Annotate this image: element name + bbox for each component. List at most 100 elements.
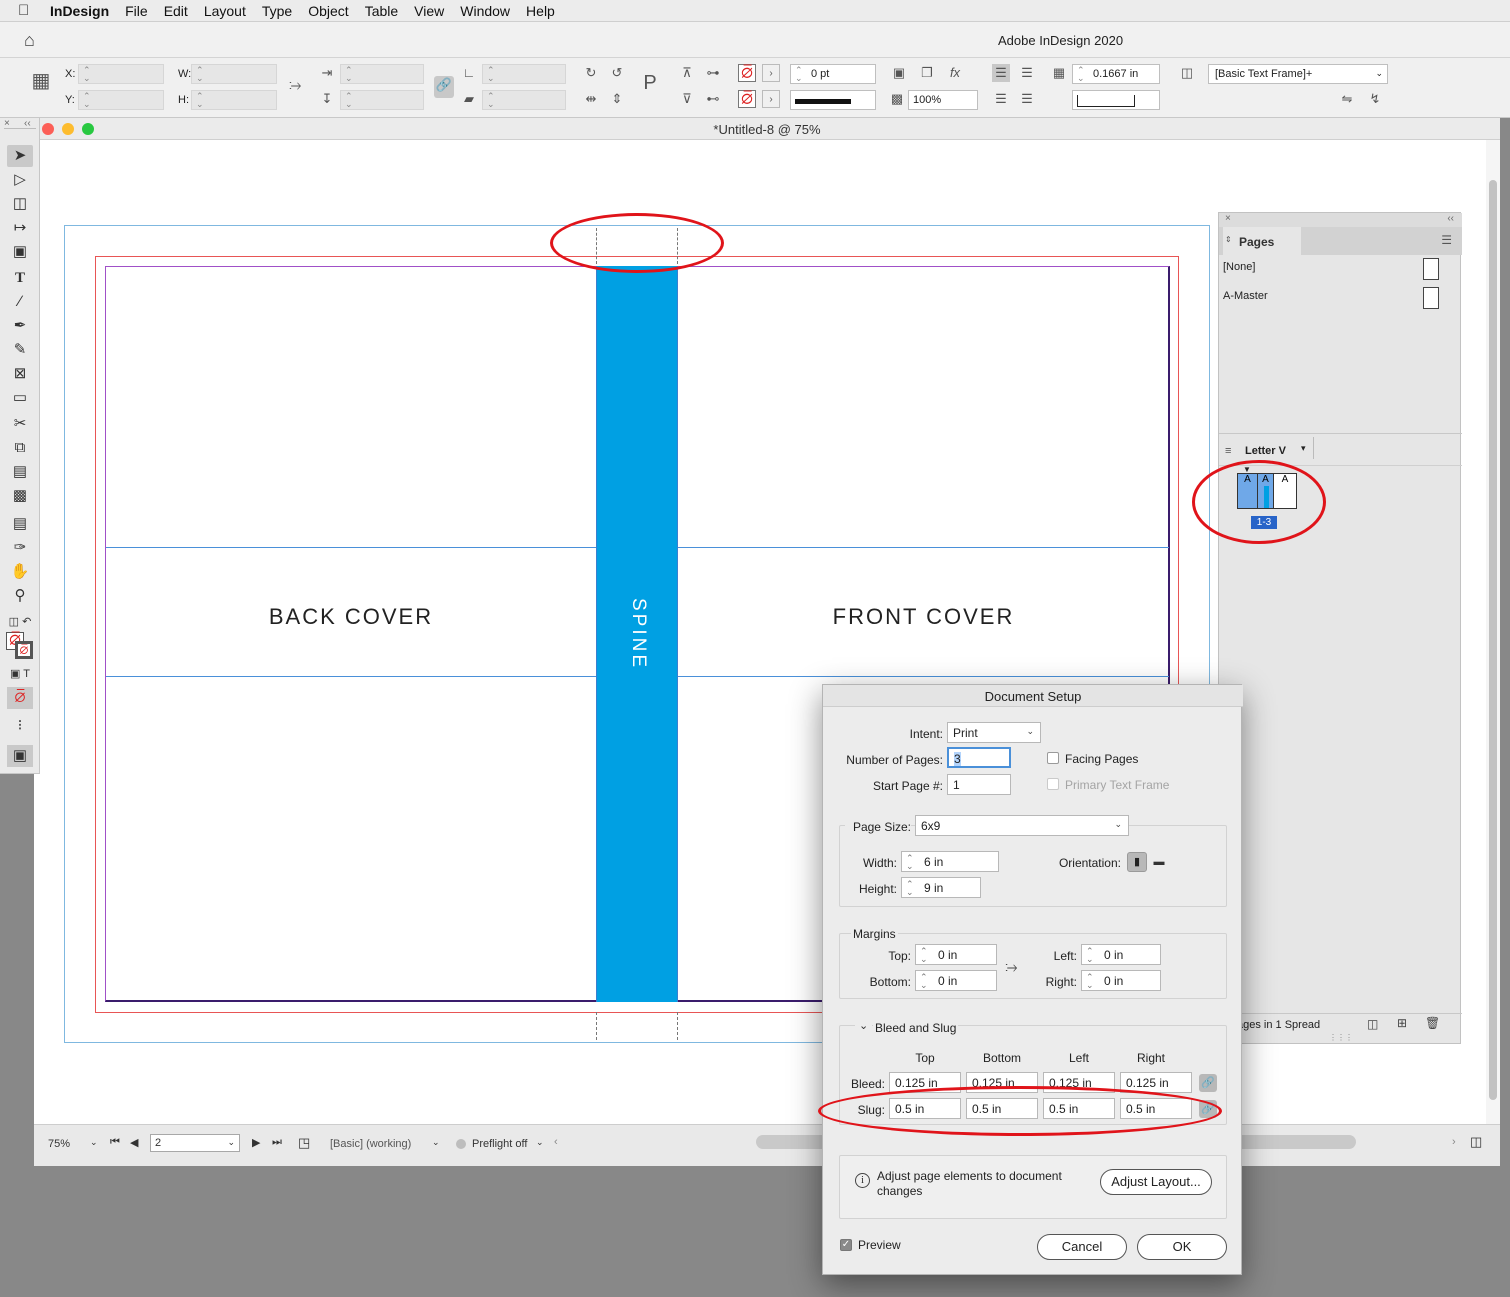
drop-shadow-icon[interactable]: ❐ [918,64,936,82]
paragraph-icon[interactable]: P [638,73,662,98]
constrain-proportions-icon[interactable]: ⧴ [286,76,304,94]
master-none-thumbnail[interactable] [1423,258,1439,280]
stroke-type-select[interactable] [790,90,876,110]
note-tool-icon[interactable]: ▤ [7,513,33,535]
apple-icon[interactable]:  [18,2,42,19]
gradient-feather-tool-icon[interactable]: ▩ [7,485,33,507]
x-field[interactable]: ⌃ ⌄ [78,64,164,84]
preview-label[interactable]: Preview [858,1238,901,1252]
panel-menu-icon[interactable]: ☰ [1441,233,1452,247]
adjust-layout-button[interactable]: Adjust Layout... [1100,1169,1212,1195]
menu-edit[interactable]: Edit [156,3,196,19]
rectangle-frame-tool-icon[interactable]: ⊠ [7,363,33,385]
select-next-icon[interactable]: ⊷ [704,90,722,108]
auto-fit-icon[interactable]: ▦ [1050,64,1068,82]
align-bottom-icon[interactable]: ☰ [992,90,1010,108]
last-page-icon[interactable]: ⏭ [272,1136,282,1149]
rectangle-tool-icon[interactable]: ▭ [7,387,33,409]
menu-help[interactable]: Help [518,3,563,19]
scissors-tool-icon[interactable]: ✂ [7,413,33,435]
screen-mode-icon[interactable]: ⁝ [7,715,33,737]
ok-button[interactable]: OK [1137,1234,1227,1260]
hand-tool-icon[interactable]: ✋ [7,561,33,583]
link-bleed-icon[interactable]: 🔗 [1199,1074,1217,1092]
primary-text-frame-checkbox[interactable] [1047,778,1059,790]
new-page-icon[interactable]: ⊞ [1397,1016,1407,1030]
reference-point-icon[interactable]: ▦ [28,71,54,100]
formatting-affects-container-icon[interactable]: ▣ T [7,663,33,685]
pencil-tool-icon[interactable]: ✎ [7,339,33,361]
page-number-field[interactable]: 2 ⌄ [150,1134,240,1152]
start-page-field[interactable]: 1 [947,774,1011,795]
column-width-field[interactable] [1072,90,1160,110]
chevron-down-icon[interactable]: ⌄ [432,1137,440,1148]
first-page-icon[interactable]: ⏮ [110,1136,120,1149]
width-field[interactable]: ⌃ ⌄ 6 in [901,851,999,872]
scroll-left-icon[interactable]: ‹ [554,1136,558,1148]
shear-field[interactable]: ⌃ ⌄ [482,90,566,110]
selection-tool-icon[interactable]: ➤ [7,145,33,167]
zoom-dropdown-icon[interactable]: ⌄ [90,1137,98,1148]
quick-apply-icon[interactable]: ↯ [1366,90,1384,108]
chevron-down-icon[interactable]: ▾ [1301,443,1306,454]
home-icon[interactable]: ⌂ [24,30,35,51]
page-tool-icon[interactable]: ◫ [7,193,33,215]
frame-fitting-field[interactable]: ⌃ ⌄ 0.1667 in [1072,64,1160,84]
portrait-orientation-icon[interactable]: ▮ [1127,852,1147,872]
menu-view[interactable]: View [406,3,452,19]
menu-object[interactable]: Object [300,3,356,19]
resize-grip-icon[interactable]: ⋮⋮⋮ [1329,1033,1353,1042]
zoom-tool-icon[interactable]: ⚲ [7,585,33,607]
opacity-field[interactable]: 100% [908,90,978,110]
fill-none-swatch[interactable]: ⦱ [738,64,756,82]
primary-text-frame-label[interactable]: Primary Text Frame [1065,778,1169,792]
align-justify-icon[interactable]: ☰ [1018,90,1036,108]
page-size-label[interactable]: Letter V [1245,445,1286,457]
facing-pages-checkbox[interactable] [1047,752,1059,764]
chevron-down-icon[interactable]: ⌄ [536,1137,544,1148]
select-container-icon[interactable]: ⊼ [678,64,696,82]
text-frame-options-icon[interactable]: ▣ [890,64,908,82]
pen-tool-icon[interactable]: ✒ [7,315,33,337]
open-page-icon[interactable]: ◳ [298,1135,310,1151]
rotate-cw-icon[interactable]: ↻ [582,64,600,82]
scale-x-field[interactable]: ⌃ ⌄ [340,64,424,84]
scroll-thumb[interactable] [1489,180,1497,1100]
preview-checkbox[interactable]: ✓ [840,1239,852,1251]
menu-table[interactable]: Table [357,3,406,19]
w-field[interactable]: ⌃ ⌄ [191,64,277,84]
free-transform-tool-icon[interactable]: ⧉ [7,437,33,459]
normal-view-icon[interactable]: ▣ [7,745,33,767]
menu-layout[interactable]: Layout [196,3,254,19]
preflight-status[interactable]: Preflight off [472,1138,527,1150]
fill-swatch-arrow[interactable]: › [762,64,780,82]
stroke-weight-field[interactable]: ⌃ ⌄ 0 pt [790,64,876,84]
collapse-panel-icon[interactable]: ‹‹ [1447,213,1454,224]
rotate-field[interactable]: ⌃ ⌄ [482,64,566,84]
bleed-slug-title[interactable]: Bleed and Slug [873,1021,959,1035]
object-style-select[interactable]: [Basic Text Frame]+ ⌄ [1208,64,1388,84]
size-menu-icon[interactable]: ≡ [1225,445,1231,457]
split-view-icon[interactable]: ◫ [1470,1134,1482,1150]
cancel-button[interactable]: Cancel [1037,1234,1127,1260]
flip-horizontal-icon[interactable]: ⇹ [582,90,600,108]
back-cover-label[interactable]: BACK COVER [106,604,596,630]
menu-file[interactable]: File [117,3,156,19]
master-a[interactable]: A-Master [1223,290,1268,302]
scale-y-field[interactable]: ⌃ ⌄ [340,90,424,110]
type-tool-icon[interactable]: T [7,267,33,289]
edit-page-size-icon[interactable]: ◫ [1367,1017,1378,1031]
clear-overrides-icon[interactable]: ⇋ [1338,90,1356,108]
next-page-icon[interactable]: ▶ [252,1136,260,1149]
content-collector-icon[interactable]: ▣ [7,241,33,263]
constrain-scale-icon[interactable]: 🔗 [434,76,454,98]
height-field[interactable]: ⌃ ⌄ 9 in [901,877,981,898]
close-panel-icon[interactable]: × [1225,213,1231,224]
spine-frame[interactable]: SPINE [596,266,678,1002]
menu-window[interactable]: Window [452,3,518,19]
eyedropper-tool-icon[interactable]: ✑ [7,537,33,559]
fill-stroke-swatches[interactable]: ⦱ ⦱ [6,632,34,660]
gradient-swatch-tool-icon[interactable]: ▤ [7,461,33,483]
scroll-right-icon[interactable]: › [1452,1136,1456,1148]
align-center-icon[interactable]: ☰ [1018,64,1036,82]
